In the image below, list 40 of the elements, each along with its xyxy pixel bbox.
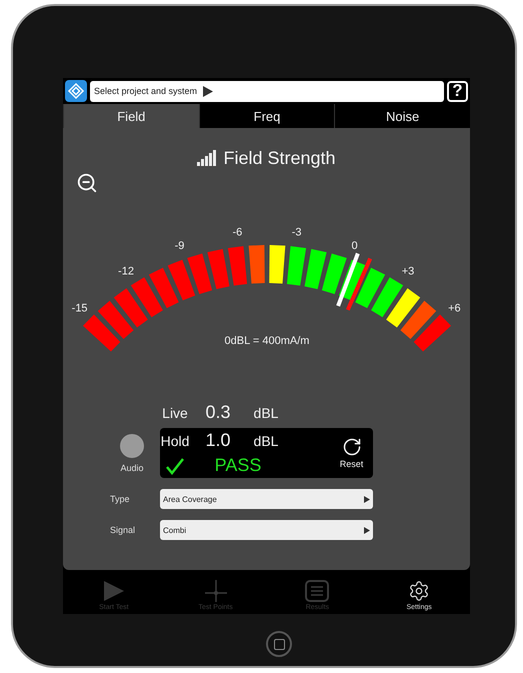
scale-label: +3	[402, 266, 414, 278]
setting-selector[interactable]: Combi	[160, 520, 373, 540]
audio-toggle[interactable]	[120, 434, 144, 458]
scale-label: -12	[118, 266, 134, 278]
setting-label: Signal	[110, 525, 136, 535]
zoom-out-icon[interactable]	[76, 172, 98, 194]
scale-label: -15	[72, 302, 88, 315]
reference-text: 0dBL = 400mA/m	[224, 335, 310, 347]
scale-label: -3	[292, 226, 302, 239]
home-square-icon	[274, 638, 284, 650]
audio-label: Audio	[120, 462, 144, 472]
settings-icon	[408, 580, 430, 602]
caret-icon	[364, 496, 370, 502]
project-selector[interactable]: Select project and system	[90, 80, 444, 102]
live-unit: dBL	[254, 404, 278, 420]
scale-label: 0	[351, 240, 358, 252]
reset-button[interactable]: Reset	[330, 437, 373, 469]
scale-label: -6	[232, 226, 242, 239]
live-value: 0.3	[205, 402, 231, 423]
signal-bars-icon	[197, 150, 218, 166]
caret-icon	[364, 526, 370, 534]
setting-selector[interactable]: Area Coverage	[160, 489, 373, 509]
reset-icon	[342, 437, 362, 457]
play-arrow-icon	[203, 86, 214, 96]
scale-label: -9	[174, 240, 184, 252]
home-button[interactable]	[266, 631, 292, 657]
scale-label: +6	[448, 302, 461, 315]
play-icon	[102, 580, 126, 602]
list-icon	[305, 580, 330, 602]
help-button[interactable]: ?	[447, 80, 468, 102]
hold-unit: dBL	[254, 432, 278, 448]
setting-label: Type	[110, 494, 131, 504]
pass-status: PASS	[214, 455, 262, 476]
tab[interactable]: Field	[63, 104, 199, 128]
hold-value: 1.0	[205, 430, 231, 451]
hold-label: Hold	[160, 432, 190, 448]
crosshair-icon	[204, 580, 228, 602]
app-logo-icon	[65, 80, 87, 102]
live-label: Live	[162, 404, 188, 420]
screen-title: Field Strength	[223, 148, 336, 168]
